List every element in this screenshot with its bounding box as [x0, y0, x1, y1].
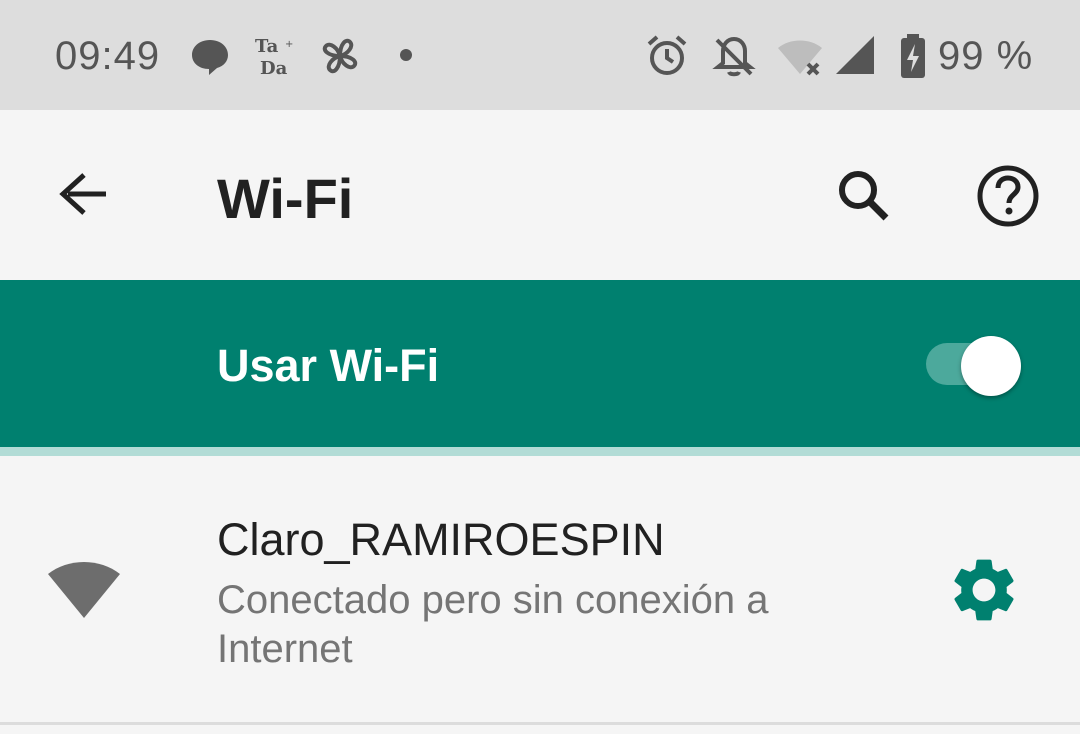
svg-text:+: + — [285, 39, 293, 50]
arrow-back-icon — [59, 173, 106, 215]
toggle-thumb — [961, 336, 1021, 396]
wifi-signal-icon — [48, 562, 120, 618]
network-settings-button[interactable] — [946, 552, 1022, 628]
master-switch-label: Usar Wi-Fi — [217, 340, 440, 391]
svg-text:Ta: Ta — [255, 36, 279, 57]
svg-text:Da: Da — [260, 58, 288, 78]
cell-signal-icon — [836, 36, 874, 74]
battery-charging-icon — [901, 34, 925, 78]
notifications-off-icon — [712, 36, 756, 77]
battery-percent: 99 % — [938, 34, 1034, 78]
status-bar: 09:49 Ta + Da 99 % — [0, 0, 1080, 110]
tada-app-icon: Ta + Da — [255, 36, 293, 78]
dot-indicator-icon — [400, 49, 412, 61]
messages-icon — [192, 40, 228, 75]
page-title: Wi-Fi — [217, 167, 354, 230]
network-status: Conectado pero sin conexión a Internet — [217, 578, 769, 671]
search-button[interactable] — [826, 158, 902, 234]
app-bar: Wi-Fi — [0, 110, 1080, 280]
alarm-icon — [647, 35, 687, 75]
gear-icon — [954, 559, 1014, 621]
search-icon — [839, 171, 889, 221]
network-item[interactable]: Claro_RAMIROESPIN Conectado pero sin con… — [0, 456, 1080, 724]
back-button[interactable] — [48, 160, 120, 232]
wifi-toggle[interactable] — [926, 336, 1026, 396]
status-time: 09:49 — [55, 34, 161, 78]
help-button[interactable] — [970, 158, 1046, 234]
divider — [0, 722, 1080, 725]
divider — [0, 447, 1080, 456]
wifi-master-switch[interactable]: Usar Wi-Fi — [0, 280, 1080, 447]
network-name: Claro_RAMIROESPIN — [217, 514, 665, 565]
pinwheel-app-icon — [322, 38, 358, 74]
wifi-no-internet-icon — [778, 40, 822, 76]
help-circle-icon — [977, 165, 1039, 227]
